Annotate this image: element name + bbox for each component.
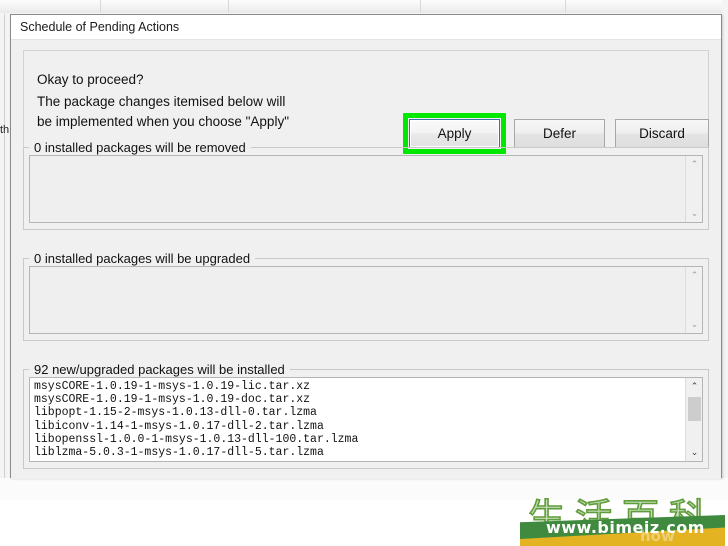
scroll-up-icon[interactable]: ⌃ [686,156,702,173]
installed-packages-listbox[interactable]: msysCORE-1.0.19-1-msys-1.0.19-lic.tar.xz… [29,377,703,462]
scroll-down-icon[interactable]: ⌄ [686,444,702,461]
scroll-down-icon[interactable]: ⌄ [686,316,702,333]
installed-packages-text: msysCORE-1.0.19-1-msys-1.0.19-lic.tar.xz… [34,380,359,460]
scroll-up-icon[interactable]: ⌃ [686,267,702,284]
background-right-strip [722,0,728,500]
upgraded-packages-scrollbar[interactable]: ⌃ ⌄ [685,267,702,333]
scroll-up-icon[interactable]: ⌃ [686,378,702,395]
watermark-url: www.bimeiz.com [546,518,705,537]
scroll-down-icon[interactable]: ⌄ [686,205,702,222]
section-label-upgraded: 0 installed packages will be upgraded [29,251,256,266]
screenshot-root: th Schedule of Pending Actions Okay to p… [0,0,728,546]
watermark: 生活百科 how www.bimeiz.com [520,487,725,546]
upgraded-packages-listbox[interactable]: ⌃ ⌄ [29,266,703,334]
schedule-of-pending-actions-dialog: Schedule of Pending Actions Okay to proc… [10,14,722,479]
installed-packages-scrollbar[interactable]: ⌃ ⌄ [685,378,702,461]
prompt-line-2: be implemented when you choose "Apply" [37,114,289,129]
removed-packages-listbox[interactable]: ⌃ ⌄ [29,155,703,223]
dialog-title: Schedule of Pending Actions [20,20,180,34]
background-tab-divider [565,0,566,13]
background-tab-divider [100,0,101,13]
section-label-installed: 92 new/upgraded packages will be install… [29,362,290,377]
dialog-body: Okay to proceed? The package changes ite… [11,40,721,479]
discard-button[interactable]: Discard [615,119,709,148]
background-tab-divider [420,0,421,13]
defer-button[interactable]: Defer [514,119,605,148]
removed-packages-scrollbar[interactable]: ⌃ ⌄ [685,156,702,222]
apply-button[interactable]: Apply [409,119,500,148]
background-tab-divider [228,0,229,13]
background-clipped-text: th [0,124,9,136]
prompt-question: Okay to proceed? [37,72,144,87]
prompt-line-1: The package changes itemised below will [37,94,286,109]
background-left-strip [0,13,10,500]
scrollbar-thumb[interactable] [688,397,701,421]
background-tab-strip [0,0,728,13]
section-label-removed: 0 installed packages will be removed [29,140,251,155]
dialog-title-bar: Schedule of Pending Actions [11,15,721,40]
background-left-divider [4,14,5,484]
